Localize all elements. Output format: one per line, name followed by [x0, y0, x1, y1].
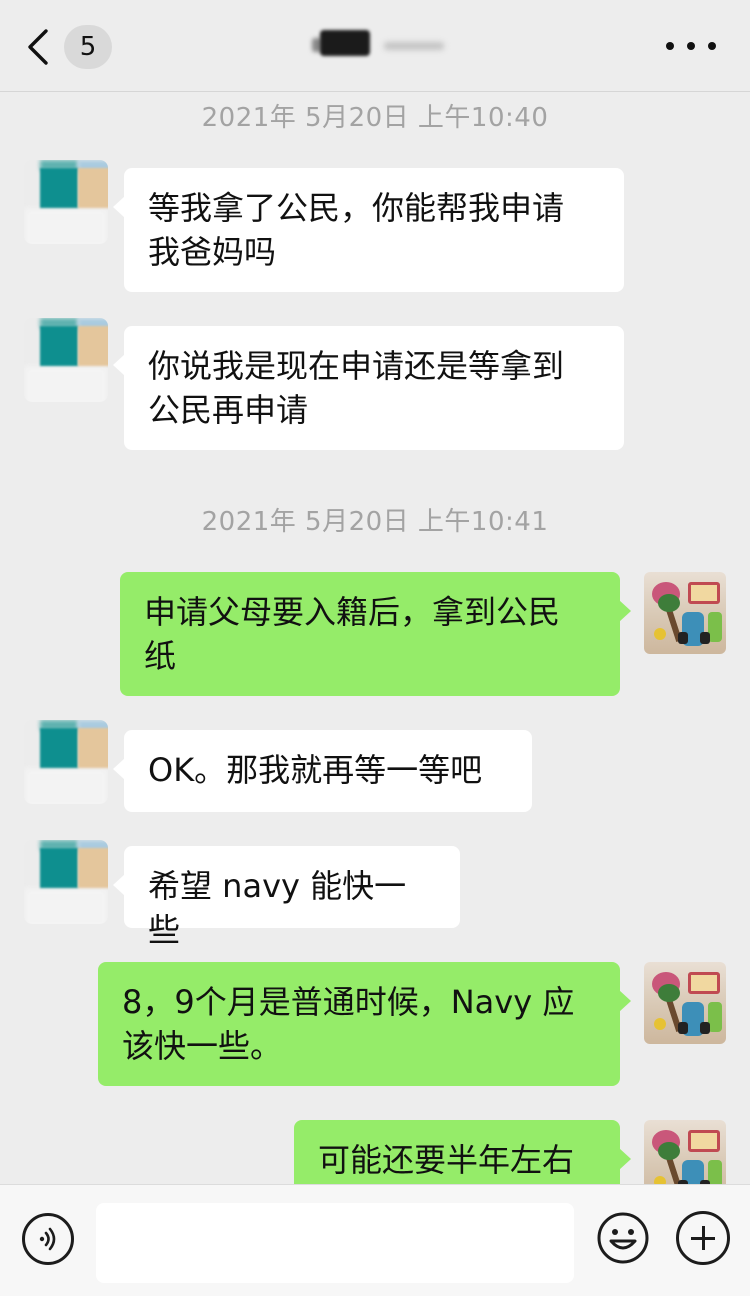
- message-bubble-received[interactable]: 等我拿了公民，你能帮我申请 我爸妈吗: [113, 168, 624, 292]
- chat-title-redacted: [308, 24, 458, 64]
- message-bubble-received[interactable]: 希望 navy 能快一些: [113, 846, 460, 949]
- message-bubble-received[interactable]: 你说我是现在申请还是等拿到 公民再申请: [113, 326, 624, 450]
- contact-avatar[interactable]: [24, 840, 108, 924]
- message-bubble-sent[interactable]: 申请父母要入籍后，拿到公民 纸: [120, 572, 631, 696]
- my-avatar[interactable]: [644, 962, 726, 1044]
- my-avatar[interactable]: [644, 572, 726, 654]
- voice-icon: [39, 1227, 56, 1251]
- more-options-button[interactable]: [666, 28, 716, 64]
- message-bubble-received[interactable]: OK。那我就再等一等吧: [113, 730, 532, 812]
- plus-icon-stroke: [701, 1226, 705, 1250]
- more-functions-button[interactable]: [676, 1211, 730, 1265]
- chat-header: 5: [0, 0, 750, 92]
- unread-count-badge: 5: [64, 25, 112, 69]
- more-dots-icon: [666, 42, 674, 50]
- contact-avatar[interactable]: [24, 720, 108, 804]
- message-input-bar: [0, 1184, 750, 1296]
- voice-input-button[interactable]: [22, 1213, 74, 1265]
- message-text-input[interactable]: [96, 1203, 574, 1283]
- more-dot: [708, 42, 716, 50]
- contact-avatar[interactable]: [24, 318, 108, 402]
- emoji-button[interactable]: [596, 1211, 650, 1265]
- message-timestamp: 2021年 5月20日 上午10:40: [201, 103, 549, 133]
- more-dot: [687, 42, 695, 50]
- message-timestamp: 2021年 5月20日 上午10:41: [201, 507, 549, 537]
- contact-avatar[interactable]: [24, 160, 108, 244]
- message-bubble-sent[interactable]: 8，9个月是普通时候，Navy 应 该快一些。: [98, 962, 631, 1086]
- chevron-left-icon: [28, 29, 48, 65]
- emoji-icon: [597, 1212, 649, 1264]
